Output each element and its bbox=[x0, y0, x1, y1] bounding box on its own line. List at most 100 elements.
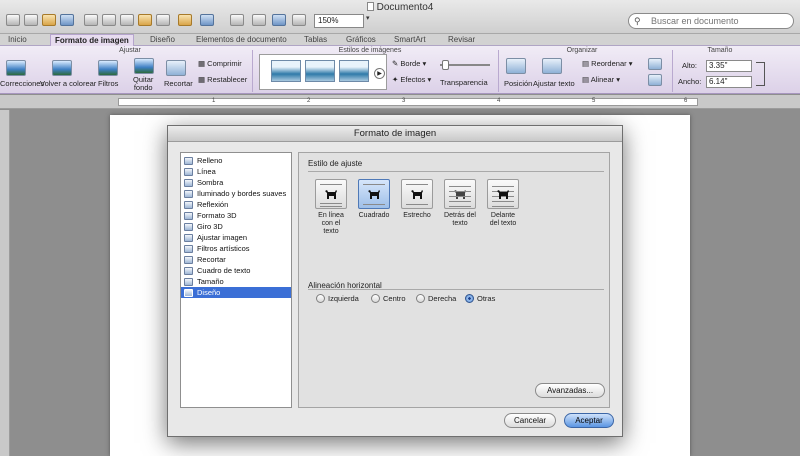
tab-graficos[interactable]: Gráficos bbox=[342, 34, 380, 46]
zoom-field[interactable]: 150% bbox=[314, 14, 364, 28]
tab-formato-de-imagen[interactable]: Formato de imagen bbox=[50, 34, 134, 46]
save-icon[interactable] bbox=[60, 14, 74, 26]
category-giro-3d[interactable]: Giro 3D bbox=[181, 221, 291, 232]
volver-a-colorear-button[interactable]: Volver a colorear bbox=[40, 80, 96, 88]
category-label: Diseño bbox=[197, 288, 221, 297]
category-recortar[interactable]: Recortar bbox=[181, 254, 291, 265]
undo-icon[interactable] bbox=[178, 14, 192, 26]
cut-icon[interactable] bbox=[102, 14, 116, 26]
ruler-mark: 1 bbox=[212, 98, 216, 104]
picture-style-1[interactable] bbox=[271, 60, 301, 82]
category-formato-3d[interactable]: Formato 3D bbox=[181, 210, 291, 221]
format-picture-dialog: Formato de imagen Relleno Línea Sombra I… bbox=[167, 125, 623, 437]
filtros-button[interactable]: Filtros bbox=[98, 80, 118, 88]
open-folder-icon[interactable] bbox=[42, 14, 56, 26]
category-label: Iluminado y bordes suaves bbox=[197, 189, 287, 198]
group-title-ajustar: Ajustar bbox=[119, 47, 141, 54]
ancho-label: Ancho: bbox=[678, 77, 702, 86]
category-linea[interactable]: Línea bbox=[181, 166, 291, 177]
tab-diseno[interactable]: Diseño bbox=[146, 34, 179, 46]
rotate-icon[interactable] bbox=[648, 74, 662, 86]
ajustar-texto-button[interactable]: Ajustar texto bbox=[533, 80, 575, 88]
category-iluminado[interactable]: Iluminado y bordes suaves bbox=[181, 188, 291, 199]
radio-dot[interactable] bbox=[371, 294, 380, 303]
paste-icon[interactable] bbox=[138, 14, 152, 26]
category-tamano[interactable]: Tamaño bbox=[181, 276, 291, 287]
group-title-organizar: Organizar bbox=[566, 47, 598, 54]
wrap-text-icon bbox=[542, 58, 562, 74]
crop-icon bbox=[184, 256, 193, 264]
print-icon[interactable] bbox=[84, 14, 98, 26]
transparency-slider-thumb[interactable] bbox=[442, 60, 449, 70]
templates-icon[interactable] bbox=[24, 14, 38, 26]
group-icon[interactable] bbox=[648, 58, 662, 70]
category-label: Sombra bbox=[197, 178, 224, 187]
wrap-button-selected[interactable] bbox=[358, 179, 390, 209]
divider bbox=[498, 50, 499, 92]
correcciones-button[interactable]: Correcciones bbox=[0, 80, 44, 88]
category-relleno[interactable]: Relleno bbox=[181, 155, 291, 166]
layout-icon bbox=[184, 289, 193, 297]
wrap-button[interactable] bbox=[315, 179, 347, 209]
radio-dot-selected[interactable] bbox=[465, 294, 474, 303]
radio-label: Derecha bbox=[428, 294, 457, 303]
quitar-fondo-button[interactable]: Quitar fondo bbox=[133, 76, 153, 92]
radio-label: Izquierda bbox=[328, 294, 359, 303]
lock-aspect-ratio-icon[interactable] bbox=[756, 62, 765, 86]
tab-inicio[interactable]: Inicio bbox=[4, 34, 31, 46]
reordenar-button[interactable]: ▤ Reordenar ▾ bbox=[582, 60, 632, 68]
category-reflexion[interactable]: Reflexión bbox=[181, 199, 291, 210]
artistic-filters-icon bbox=[184, 245, 193, 253]
category-cuadro-de-texto[interactable]: Cuadro de texto bbox=[181, 265, 291, 276]
posicion-button[interactable]: Posición bbox=[504, 80, 532, 88]
horizontal-ruler: 1 2 3 4 5 6 bbox=[0, 95, 800, 109]
recortar-button[interactable]: Recortar bbox=[164, 80, 193, 88]
radio-label: Otras bbox=[477, 294, 496, 303]
radio-dot[interactable] bbox=[316, 294, 325, 303]
ok-button[interactable]: Aceptar bbox=[564, 413, 614, 428]
tab-smartart[interactable]: SmartArt bbox=[390, 34, 430, 46]
transparencia-label: Transparencia bbox=[440, 78, 488, 87]
category-diseno[interactable]: Diseño bbox=[181, 287, 291, 298]
tab-tablas[interactable]: Tablas bbox=[300, 34, 331, 46]
wrap-button[interactable] bbox=[444, 179, 476, 209]
restablecer-button[interactable]: ▦ Restablecer bbox=[198, 76, 247, 84]
category-filtros-artisticos[interactable]: Filtros artísticos bbox=[181, 243, 291, 254]
more-styles-icon[interactable]: ▶ bbox=[374, 68, 385, 79]
paragraph-marks-icon[interactable] bbox=[230, 14, 244, 26]
tab-elementos-de-documento[interactable]: Elementos de documento bbox=[192, 34, 291, 46]
group-title-tamano: Tamaño bbox=[707, 47, 733, 54]
media-browser-icon[interactable] bbox=[292, 14, 306, 26]
borde-button[interactable]: ✎ Borde ▾ bbox=[392, 60, 426, 68]
search-box[interactable]: ⚲ bbox=[628, 13, 794, 29]
picture-style-3[interactable] bbox=[339, 60, 369, 82]
wrap-button[interactable] bbox=[401, 179, 433, 209]
comprimir-button[interactable]: ▦ Comprimir bbox=[198, 60, 242, 68]
picture-style-2[interactable] bbox=[305, 60, 335, 82]
section-divider bbox=[308, 289, 604, 290]
alinear-button[interactable]: ▤ Alinear ▾ bbox=[582, 76, 620, 84]
reflection-icon bbox=[184, 201, 193, 209]
copy-icon[interactable] bbox=[120, 14, 134, 26]
search-input[interactable] bbox=[651, 14, 791, 28]
radio-dot[interactable] bbox=[416, 294, 425, 303]
category-sombra[interactable]: Sombra bbox=[181, 177, 291, 188]
ancho-field[interactable]: 6.14" bbox=[706, 76, 752, 88]
fill-icon bbox=[184, 157, 193, 165]
format-painter-icon[interactable] bbox=[156, 14, 170, 26]
toolbox-icon[interactable] bbox=[272, 14, 286, 26]
wrap-button[interactable] bbox=[487, 179, 519, 209]
ribbon-tabs: Inicio Formato de imagen Diseño Elemento… bbox=[0, 34, 800, 46]
efectos-button[interactable]: ✦ Efectos ▾ bbox=[392, 76, 431, 84]
tab-revisar[interactable]: Revisar bbox=[444, 34, 479, 46]
new-document-icon[interactable] bbox=[6, 14, 20, 26]
wrap-caption: Delante del texto bbox=[482, 212, 524, 228]
category-ajustar-imagen[interactable]: Ajustar imagen bbox=[181, 232, 291, 243]
sidebar-icon[interactable] bbox=[252, 14, 266, 26]
avanzadas-button[interactable]: Avanzadas... bbox=[535, 383, 605, 398]
filters-icon bbox=[98, 60, 118, 76]
alto-field[interactable]: 3.35" bbox=[706, 60, 752, 72]
zoom-dropdown-icon[interactable]: ▾ bbox=[366, 14, 376, 28]
redo-icon[interactable] bbox=[200, 14, 214, 26]
cancel-button[interactable]: Cancelar bbox=[504, 413, 556, 428]
